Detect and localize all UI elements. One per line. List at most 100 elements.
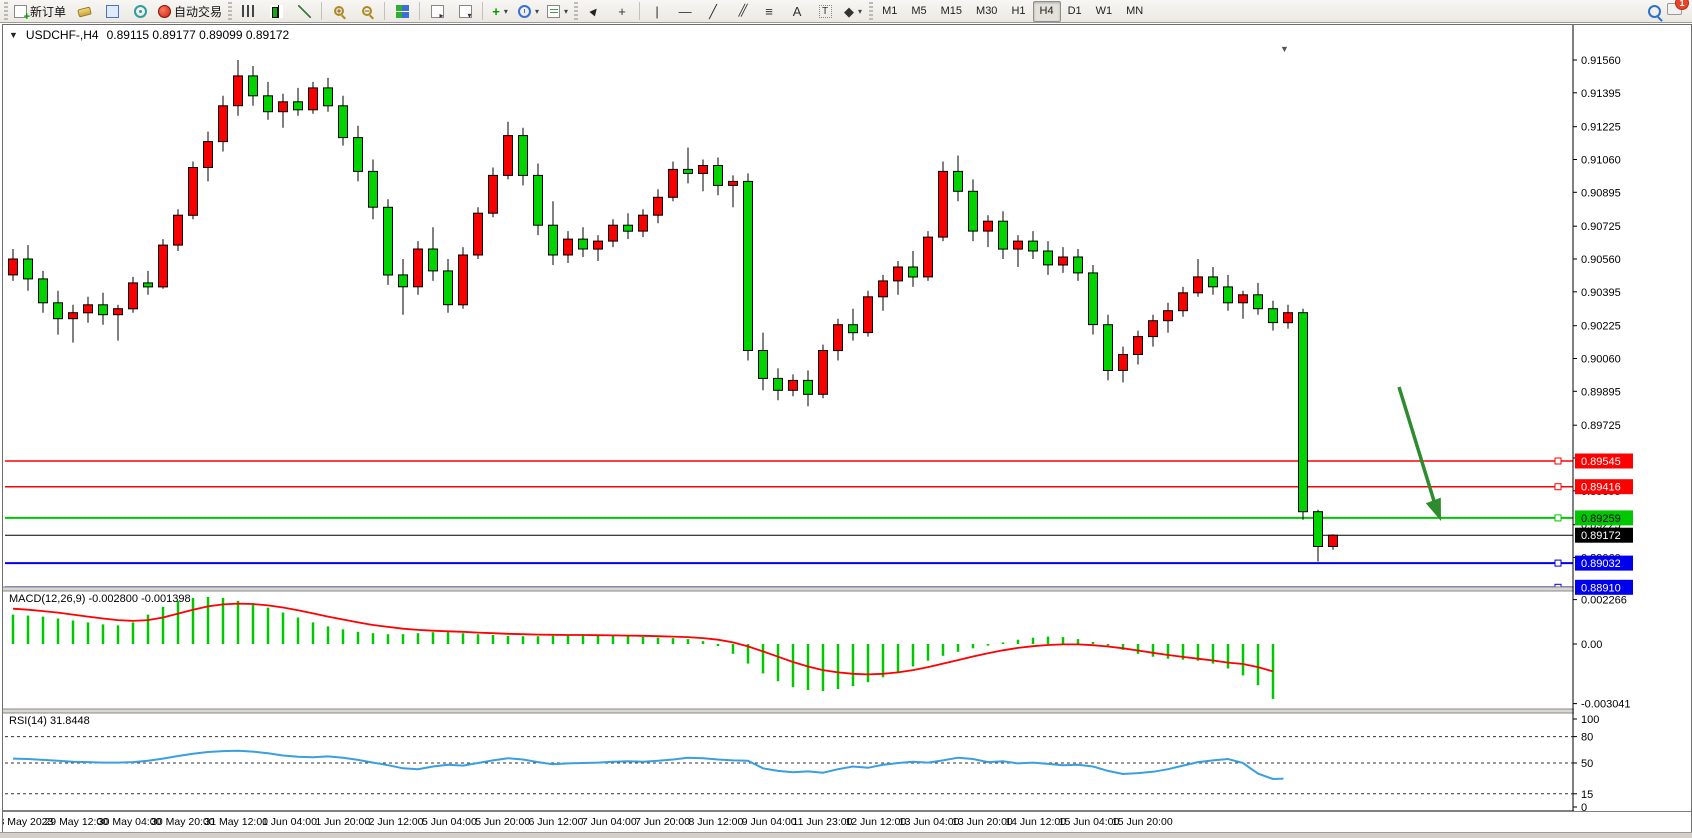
label-button[interactable]: T	[811, 0, 839, 22]
zoom-in-button[interactable]: +	[325, 0, 353, 22]
line-handle[interactable]	[1555, 515, 1561, 521]
timeframe-button-h1[interactable]: H1	[1004, 1, 1032, 22]
arrows-button[interactable]: ◆▾	[839, 0, 867, 22]
collapse-icon[interactable]: ▼	[9, 30, 18, 40]
timeframe-button-mn[interactable]: MN	[1119, 1, 1150, 22]
auto-scroll-icon	[431, 5, 444, 18]
time-tick-label: 13 Jun 04:00	[899, 816, 960, 828]
crosshair-button[interactable]: +	[608, 0, 636, 22]
new-order-button[interactable]: 新订单	[10, 0, 70, 22]
rsi-axis-label: 50	[1581, 758, 1593, 770]
mt4-window: 新订单自动交易+−+▾▾▾►+|—╱╱╱≡AT◆▾M1M5M15M30H1H4D…	[0, 0, 1692, 838]
notification-badge: 1	[1675, 0, 1689, 10]
search-icon[interactable]	[1648, 5, 1661, 18]
channel-icon: ╱╱	[738, 5, 743, 18]
terminal-button[interactable]	[98, 0, 126, 22]
line-handle[interactable]	[1555, 484, 1561, 490]
chevron-down-icon[interactable]: ▾	[504, 7, 508, 16]
candlestick-button[interactable]	[262, 0, 290, 22]
vertical-line-icon: |	[655, 5, 658, 18]
bar-chart-button[interactable]	[234, 0, 262, 22]
rsi-axis-label: 80	[1581, 732, 1593, 744]
price-tick-label: 0.91060	[1581, 155, 1621, 167]
periods-button[interactable]: ▾	[514, 0, 543, 22]
chart-shift-icon	[459, 5, 472, 18]
time-tick-label: 5 Jun 04:00	[422, 816, 477, 828]
toolbar-separator	[639, 2, 640, 20]
time-tick-label: 11 Jun 23:00	[793, 816, 853, 828]
price-tick-label: 0.89725	[1581, 420, 1621, 432]
time-axis[interactable]: 28 May 202329 May 12:0030 May 04:0030 Ma…	[3, 816, 1173, 828]
time-tick-label: 14 Jun 12:00	[1005, 816, 1066, 828]
macd-axis-label: -0.003041	[1581, 699, 1631, 711]
toolbar-grip	[4, 2, 8, 20]
time-tick-label: 15 Jun 04:00	[1059, 816, 1120, 828]
new-order-button-label: 新订单	[30, 3, 66, 20]
fibonacci-button[interactable]: ≡	[755, 0, 783, 22]
chart-shift-button[interactable]	[451, 0, 479, 22]
price-tick-label: 0.90725	[1581, 221, 1621, 233]
horizontal-line-button[interactable]: —	[671, 0, 699, 22]
auto-scroll-button[interactable]	[423, 0, 451, 22]
cursor-icon: ►	[585, 2, 603, 20]
toolbar-separator	[321, 2, 322, 20]
bars-icon	[242, 5, 255, 17]
trendline-button[interactable]: ╱	[699, 0, 727, 22]
price-axis[interactable]	[1574, 25, 1691, 811]
price-line-label: 0.88910	[1581, 582, 1621, 594]
toolbar-separator	[482, 2, 483, 20]
chart-canvas[interactable]: ▼0.915600.913950.912250.910600.908950.90…	[3, 25, 1691, 838]
candle-icon	[270, 5, 283, 18]
price-tick-label: 0.91560	[1581, 55, 1621, 67]
vertical-line-button[interactable]: |	[643, 0, 671, 22]
indicators-button[interactable]: +▾	[486, 0, 514, 22]
line-chart-button[interactable]	[290, 0, 318, 22]
rsi-axis-label: 15	[1581, 789, 1593, 801]
tester-button[interactable]	[126, 0, 154, 22]
pane-separator[interactable]	[3, 709, 1691, 713]
line-handle[interactable]	[1555, 458, 1561, 464]
autotrading-button[interactable]: 自动交易	[154, 0, 226, 22]
chart-ohlc-values: 0.89115 0.89177 0.89099 0.89172	[107, 28, 290, 42]
time-tick-label: 7 Jun 20:00	[635, 816, 690, 828]
timeframe-button-m15[interactable]: M15	[934, 1, 969, 22]
time-tick-label: 2 Jun 12:00	[369, 816, 424, 828]
editor-icon-button[interactable]	[70, 0, 98, 22]
tile-windows-button[interactable]	[388, 0, 416, 22]
indicator-plus-icon: +	[492, 5, 500, 18]
zoom-out-button[interactable]: −	[353, 0, 381, 22]
pane-separator[interactable]	[3, 587, 1691, 591]
time-tick-label: 1 Jun 04:00	[262, 816, 317, 828]
timeframe-button-w1[interactable]: W1	[1089, 1, 1120, 22]
notifications-button[interactable]: 1	[1667, 2, 1682, 20]
text-button[interactable]: A	[783, 0, 811, 22]
toolbar-separator	[419, 2, 420, 20]
horizontal-line-icon: —	[679, 5, 692, 18]
clock-icon	[518, 5, 531, 18]
rsi-label: RSI(14) 31.8448	[9, 715, 90, 727]
chevron-down-icon[interactable]: ▾	[535, 7, 539, 16]
channel-button[interactable]: ╱╱	[727, 0, 755, 22]
trendline-icon: ╱	[709, 5, 717, 18]
text-icon: A	[793, 5, 802, 18]
price-tick-label: 0.90395	[1581, 287, 1621, 299]
gold-tag-icon	[77, 7, 92, 18]
time-tick-label: 15 Jun 20:00	[1112, 816, 1173, 828]
zoom-out-icon: −	[362, 6, 372, 16]
time-tick-label: 8 Jun 12:00	[688, 816, 743, 828]
templates-button[interactable]: ▾	[543, 0, 572, 22]
cursor-button[interactable]: ►	[580, 0, 608, 22]
timeframe-button-m1[interactable]: M1	[875, 1, 904, 22]
timeframe-button-m5[interactable]: M5	[904, 1, 933, 22]
toolbar-separator	[384, 2, 385, 20]
chevron-down-icon[interactable]: ▾	[858, 7, 862, 16]
timeframe-button-m30[interactable]: M30	[969, 1, 1004, 22]
tile-windows-icon	[396, 5, 409, 18]
timeframe-button-d1[interactable]: D1	[1061, 1, 1089, 22]
chevron-down-icon[interactable]: ▾	[564, 7, 568, 16]
chart-symbol-period: USDCHF-,H4	[26, 28, 99, 42]
price-line-label: 0.89172	[1581, 530, 1621, 542]
line-handle[interactable]	[1555, 560, 1561, 566]
timeframe-button-h4[interactable]: H4	[1033, 1, 1061, 22]
time-tick-label: 31 May 12:00	[204, 816, 268, 828]
